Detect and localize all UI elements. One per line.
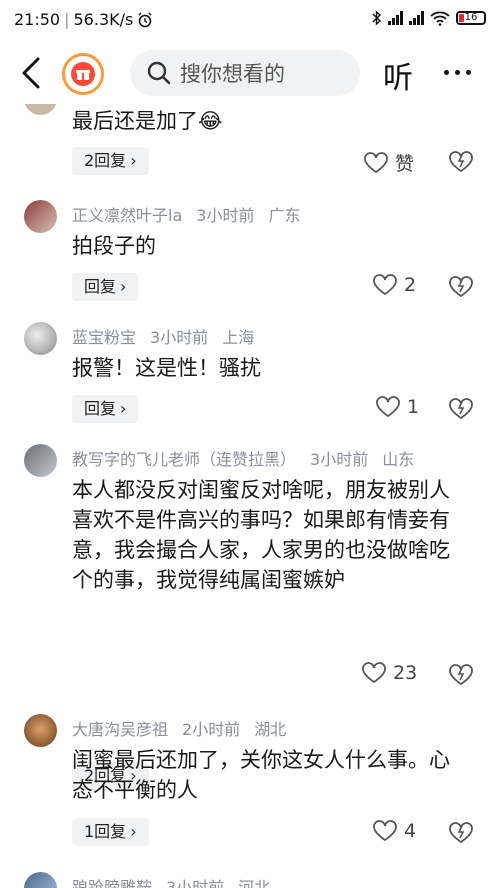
comment-meta: 踉跄膀雕鞍 3小时前 河北	[72, 874, 284, 888]
search-icon	[147, 61, 171, 85]
like-button[interactable]: 23	[361, 662, 417, 684]
avatar[interactable]	[24, 444, 57, 477]
reply-button[interactable]: 1回复 ›	[72, 818, 149, 846]
comment-item: 蓝宝粉宝 3小时前 上海 报警！这是性！骚扰 回复 › 1	[0, 318, 500, 438]
dislike-icon[interactable]	[448, 821, 474, 845]
alarm-icon	[138, 12, 152, 27]
comment-text: 最后还是加了😂	[72, 109, 223, 133]
chevron-right-icon: ›	[130, 151, 137, 170]
heart-icon	[376, 396, 400, 418]
back-arrow-icon[interactable]	[18, 56, 46, 90]
like-button[interactable]: 1	[375, 396, 419, 418]
heart-icon	[364, 151, 388, 173]
comment-location: 上海	[222, 328, 255, 347]
more-options-icon[interactable]	[444, 70, 471, 75]
avatar[interactable]	[24, 714, 57, 747]
author-name[interactable]: 大唐沟吴彦祖	[72, 720, 168, 739]
laughing-emoji-icon: 😂	[198, 109, 223, 133]
wifi-icon	[430, 11, 450, 26]
like-button[interactable]: 赞	[363, 149, 414, 176]
heart-icon	[373, 274, 397, 296]
comment-meta: 蓝宝粉宝 3小时前 上海	[72, 324, 268, 348]
chevron-right-icon: ›	[120, 277, 127, 296]
like-count: 2	[404, 274, 417, 296]
top-bar: 搜你想看的 听	[0, 42, 500, 104]
comment-item: 踉跄膀雕鞍 3小时前 河北	[0, 868, 500, 888]
search-placeholder: 搜你想看的	[180, 62, 285, 86]
comment-meta: 教写字的飞儿老师（连赞拉黑） 3小时前 山东	[72, 446, 428, 470]
like-button[interactable]: 2	[372, 274, 416, 296]
comment-text: 报警！这是性！骚扰	[72, 356, 261, 380]
comment-location: 湖北	[254, 720, 287, 739]
comment-item: 大唐沟吴彦祖 2小时前 湖北 闺蜜最后还加了，关你这女人什么事。心态不平衡的人 1回…	[0, 710, 500, 860]
signal-2-icon	[409, 11, 424, 25]
author-name[interactable]: 踉跄膀雕鞍	[72, 878, 152, 888]
comment-list: 最后还是加了😂 2回复 › 赞 正义凛然叶子la 3小时前 广东 拍段子的 回复 › 2…	[0, 104, 500, 888]
like-count: 4	[404, 820, 417, 842]
battery-level: 16	[464, 12, 478, 23]
comment-time: 3小时前	[166, 878, 225, 888]
gift-icon	[76, 70, 90, 80]
comment-meta: 大唐沟吴彦祖 2小时前 湖北	[72, 716, 300, 740]
like-count: 1	[407, 396, 420, 418]
reply-button[interactable]: 2回复 ›	[72, 147, 149, 175]
comment-time: 3小时前	[310, 450, 369, 469]
comment-text: 本人都没反对闺蜜反对啥呢，朋友被别人喜欢不是件高兴的事吗？如果郎有情妾有意，我会…	[72, 478, 450, 592]
battery-icon: 16	[456, 11, 486, 25]
status-bar: 21:50 | 56.3K/s 16	[0, 0, 500, 42]
heart-icon	[362, 662, 386, 684]
chevron-right-icon: ›	[120, 399, 127, 418]
author-name[interactable]: 蓝宝粉宝	[72, 328, 136, 347]
comment-location: 河北	[238, 878, 271, 888]
comment-item: 最后还是加了😂 2回复 › 赞	[0, 104, 500, 184]
bluetooth-icon	[372, 10, 382, 26]
network-speed: 56.3K/s	[73, 10, 134, 29]
reply-button[interactable]: 回复 ›	[72, 395, 139, 423]
like-count: 赞	[395, 153, 415, 175]
avatar[interactable]	[24, 872, 57, 888]
signal-1-icon	[388, 11, 403, 25]
comment-item: 教写字的飞儿老师（连赞拉黑） 3小时前 山东 本人都没反对闺蜜反对啥呢，朋友被别人喜…	[0, 440, 500, 790]
comment-time: 3小时前	[196, 206, 255, 225]
author-name[interactable]: 正义凛然叶子la	[72, 206, 182, 225]
dislike-icon[interactable]	[448, 275, 474, 299]
app-logo[interactable]	[62, 53, 104, 95]
reply-button[interactable]: 回复 ›	[72, 273, 139, 301]
comment-time: 3小时前	[150, 328, 209, 347]
like-button[interactable]: 4	[372, 820, 416, 842]
search-box[interactable]: 搜你想看的	[130, 50, 360, 96]
comment-time: 2小时前	[182, 720, 241, 739]
dislike-icon[interactable]	[448, 150, 474, 174]
comment-meta: 正义凛然叶子la 3小时前 广东	[72, 202, 314, 226]
dislike-icon[interactable]	[448, 663, 474, 687]
avatar[interactable]	[24, 322, 57, 355]
chevron-right-icon: ›	[130, 822, 137, 841]
listen-button[interactable]: 听	[383, 53, 413, 97]
dislike-icon[interactable]	[448, 397, 474, 421]
comment-location: 广东	[268, 206, 301, 225]
heart-icon	[373, 820, 397, 842]
comment-item: 正义凛然叶子la 3小时前 广东 拍段子的 回复 › 2	[0, 196, 500, 316]
comment-text: 拍段子的	[72, 234, 156, 258]
avatar[interactable]	[24, 104, 57, 115]
comment-location: 山东	[382, 450, 415, 469]
like-count: 23	[393, 662, 418, 684]
author-name[interactable]: 教写字的飞儿老师（连赞拉黑）	[72, 450, 296, 469]
comment-text: 闺蜜最后还加了，关你这女人什么事。心态不平衡的人	[72, 748, 450, 802]
avatar[interactable]	[24, 200, 57, 233]
status-time: 21:50	[14, 10, 61, 29]
